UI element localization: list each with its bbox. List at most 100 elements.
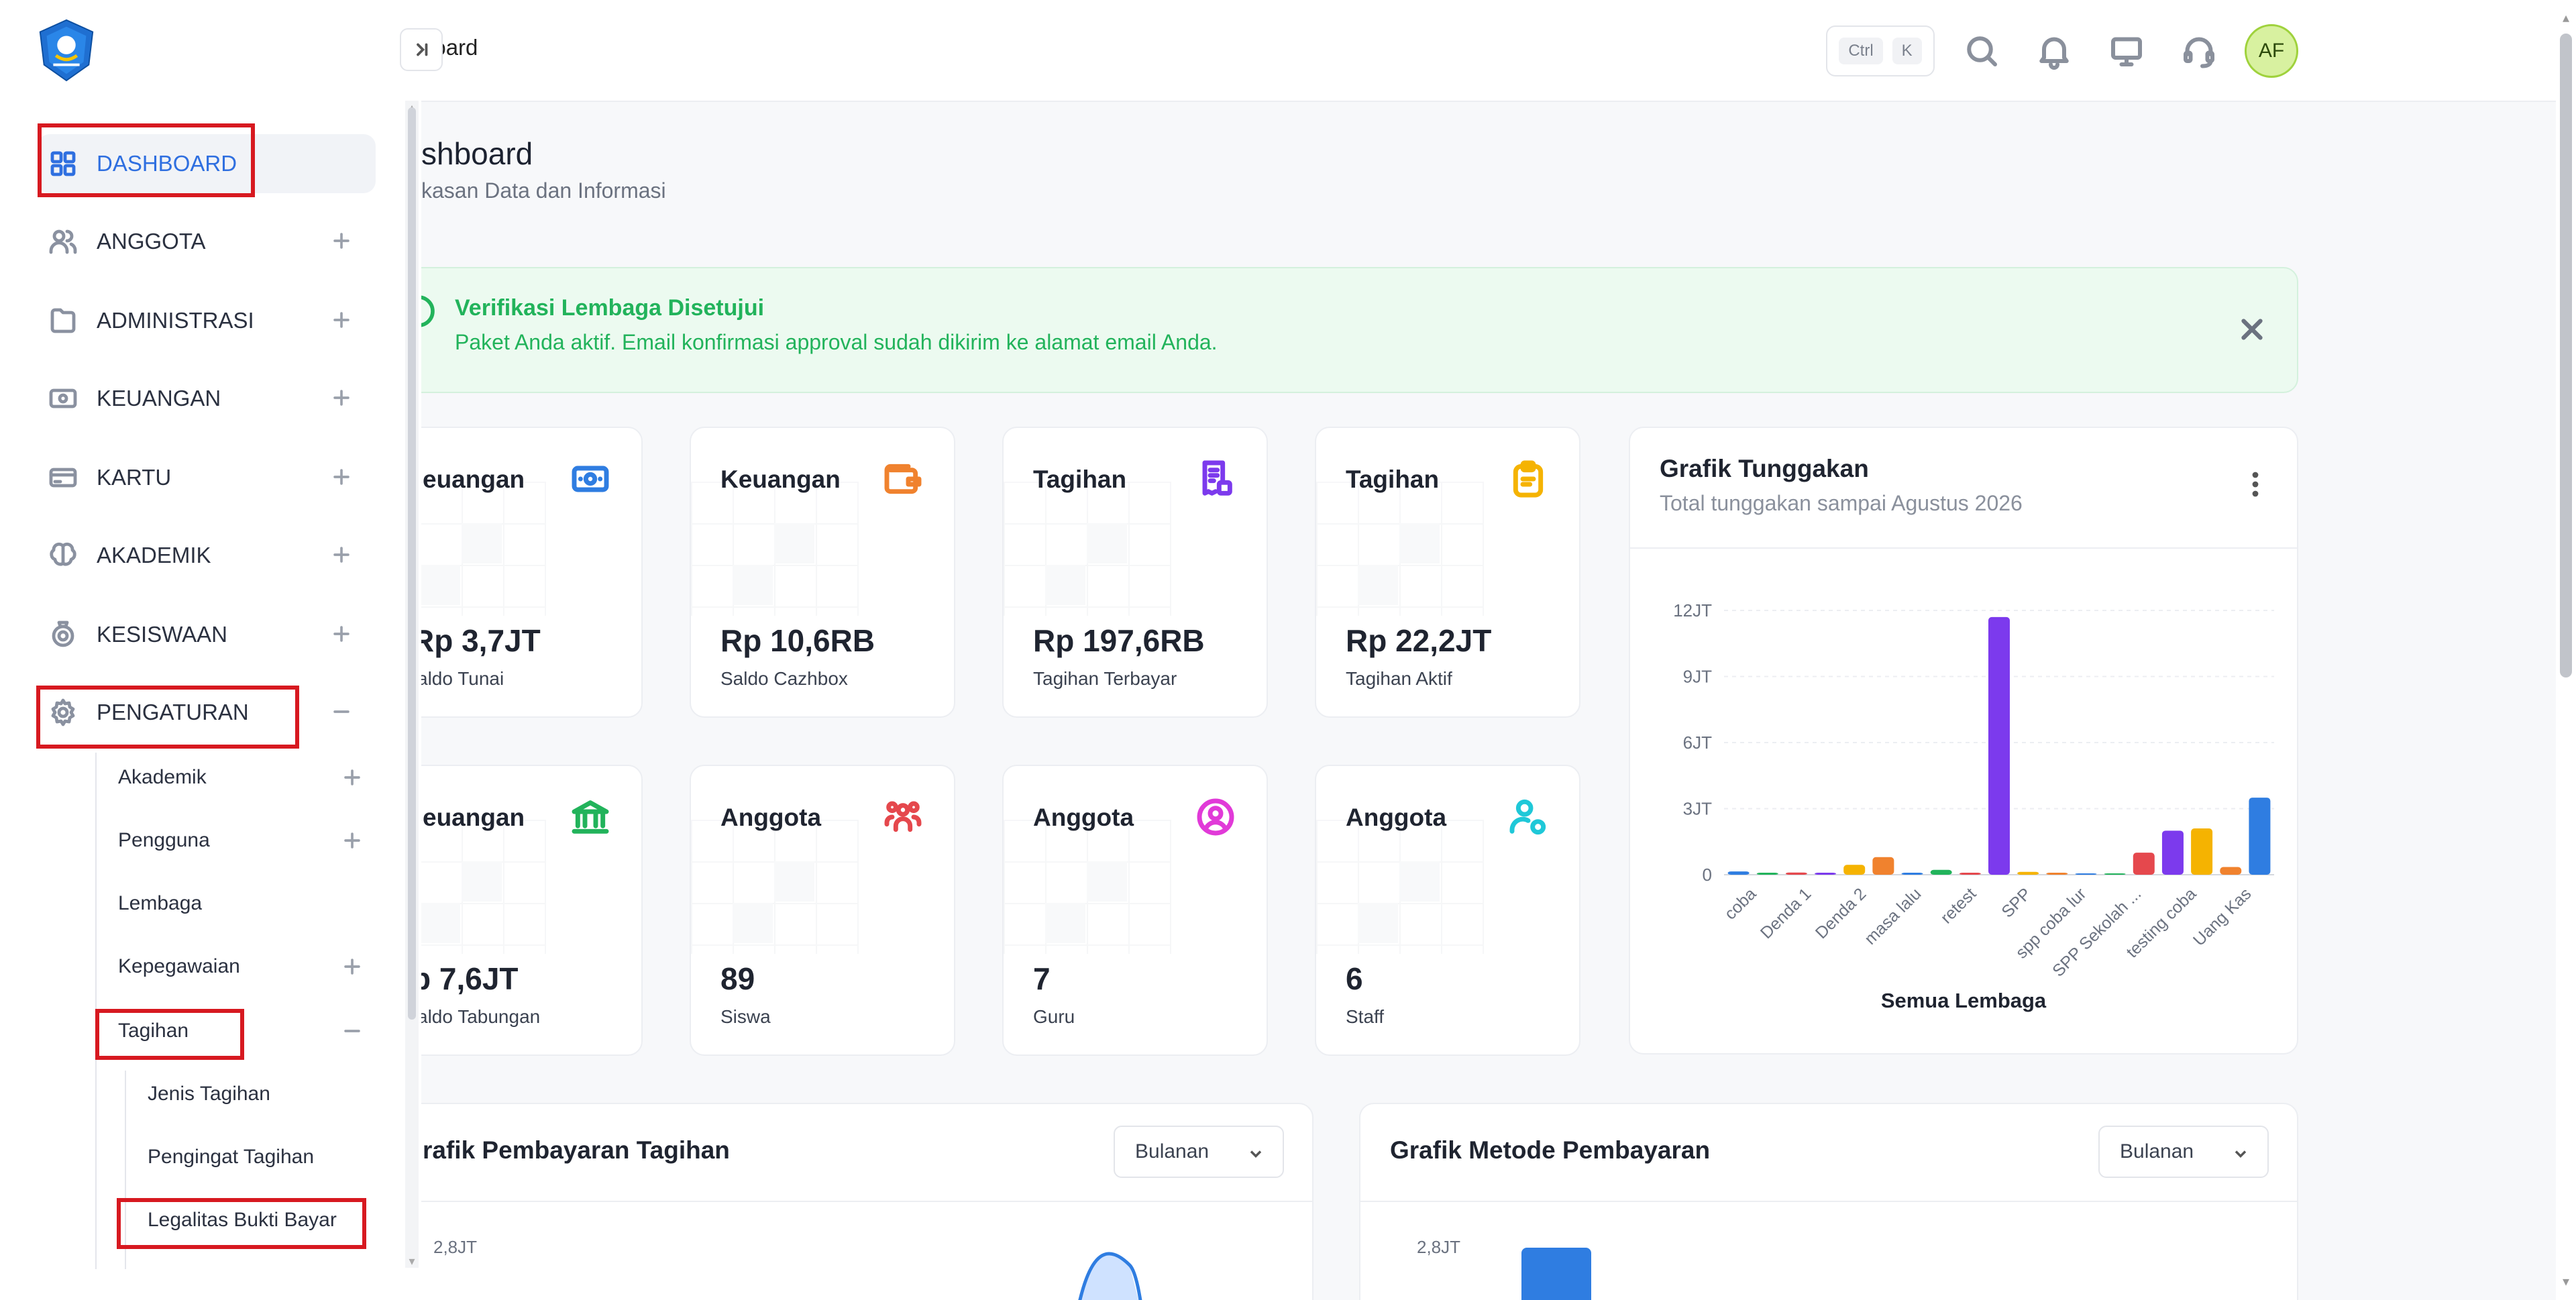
x-tick-label: Denda 1 (1757, 884, 1815, 942)
stat-card-tagihan-terbayar[interactable]: Tagihan Rp 197,6RB Tagihan Terbayar (1002, 427, 1268, 718)
scroll-up-icon[interactable]: ▴ (2557, 9, 2575, 26)
sidebar-item-administrasi[interactable]: ADMINISTRASI (38, 294, 373, 347)
period-select[interactable]: Bulanan (2098, 1126, 2269, 1178)
chart-bar[interactable] (2046, 873, 2068, 875)
sidebar-item-dashboard[interactable]: DASHBOARD (38, 137, 373, 191)
chart-bar[interactable] (2017, 871, 2039, 875)
chart-bar[interactable] (1756, 873, 1778, 875)
chart-divider (1630, 547, 2297, 549)
sidebar-subitem-lembaga[interactable]: Lembaga (118, 880, 373, 927)
card-value: Rp 3,7JT (412, 623, 541, 658)
user-circle-icon (1194, 796, 1237, 838)
plus-icon[interactable] (341, 829, 364, 852)
scroll-down-icon[interactable]: ▾ (405, 1254, 419, 1268)
chart-bar[interactable] (1930, 869, 1952, 875)
sidebar-item-anggota[interactable]: ANGGOTA (38, 215, 373, 268)
chart-bar[interactable] (2133, 853, 2155, 875)
card-title: Tagihan (1346, 466, 1440, 493)
chart-bar[interactable] (2104, 873, 2126, 875)
more-vertical-icon[interactable] (2249, 471, 2262, 498)
card-pattern (1316, 820, 1484, 954)
institution-logo[interactable] (34, 17, 99, 83)
period-select-value: Bulanan (2120, 1140, 2194, 1162)
sidebar-subitem-legalitas-bukti-bayar[interactable]: Legalitas Bukti Bayar (148, 1197, 402, 1244)
bell-icon[interactable] (2034, 31, 2074, 71)
chart-bar[interactable] (2249, 798, 2271, 875)
plus-icon[interactable] (330, 622, 353, 645)
chart-bar[interactable] (1785, 872, 1807, 875)
plus-icon[interactable] (330, 309, 353, 331)
sidebar-scrollbar[interactable] (408, 107, 416, 1020)
chart-bar[interactable] (2191, 828, 2213, 875)
sidebar-item-akademik[interactable]: AKADEMIK (38, 529, 373, 582)
sidebar-item-keuangan[interactable]: KEUANGAN (38, 372, 373, 425)
sidebar-subitem-tagihan[interactable]: Tagihan (118, 1008, 373, 1054)
headset-icon[interactable] (2179, 31, 2219, 71)
card-value: p 7,6JT (412, 961, 519, 996)
subitem-label: Tagihan (118, 1020, 189, 1042)
card-title: Keuangan (720, 466, 841, 493)
stat-card-staff[interactable]: Anggota 6 Staff (1315, 765, 1580, 1056)
chart-bar[interactable] (1872, 857, 1894, 875)
card-value: 6 (1346, 961, 1363, 996)
sidebar-subitem-pengguna[interactable]: Pengguna (118, 817, 373, 864)
scroll-down-icon[interactable]: ▾ (2557, 1273, 2575, 1290)
chart-bar[interactable] (2161, 830, 2184, 875)
chart-subtitle: Total tunggakan sampai Agustus 2026 (1660, 491, 2023, 515)
avatar[interactable]: AF (2245, 24, 2298, 78)
chevron-down-icon (2235, 1150, 2247, 1158)
x-tick-label: Denda 2 (1812, 884, 1870, 942)
plus-icon[interactable] (330, 466, 353, 488)
sidebar-item-label: KARTU (97, 465, 172, 490)
stat-card-siswa[interactable]: Anggota 89 Siswa (690, 765, 955, 1056)
subitem-label: Pengingat Tagihan (148, 1146, 314, 1168)
bar-chart: 0 3JT 6JT 9JT 12JT cobaDenda 1Denda 2masa lal… (1673, 600, 2274, 981)
plus-icon[interactable] (330, 543, 353, 566)
chart-bar[interactable] (2075, 873, 2097, 875)
collapse-sidebar-button[interactable] (400, 28, 443, 71)
subitem-label: Akademik (118, 766, 207, 788)
plus-icon[interactable] (341, 766, 364, 789)
sidebar-subitem-jenis-tagihan[interactable]: Jenis Tagihan (148, 1071, 402, 1118)
card-pattern (691, 820, 859, 954)
collapse-icon (417, 43, 428, 56)
chart-bar[interactable] (1988, 616, 2010, 875)
stat-card-saldo-cazhbox[interactable]: Keuangan Rp 10,6RB Saldo Cazhbox (690, 427, 955, 718)
chart-bar[interactable] (1815, 873, 1837, 875)
minus-icon[interactable] (330, 700, 353, 723)
chart-bar[interactable] (1843, 865, 1866, 875)
chart-bar[interactable] (1959, 873, 1981, 875)
sidebar-item-label: PENGATURAN (97, 700, 249, 724)
sidebar-subitem-pengingat-tagihan[interactable]: Pengingat Tagihan (148, 1134, 402, 1181)
chart-bar[interactable] (2220, 867, 2242, 875)
sidebar-item-label: ADMINISTRASI (97, 308, 254, 333)
sidebar-subitem-kepegawaian[interactable]: Kepegawaian (118, 943, 373, 990)
stat-card-guru[interactable]: Anggota 7 Guru (1002, 765, 1268, 1056)
plus-icon[interactable] (330, 386, 353, 409)
chart-bar[interactable] (1901, 873, 1923, 875)
sidebar-item-label: DASHBOARD (97, 151, 237, 176)
sidebar-item-kesiswaan[interactable]: KESISWAAN (38, 608, 373, 661)
kbd-ctrl: Ctrl (1839, 38, 1883, 64)
gear-icon (47, 696, 79, 728)
page-scrollbar[interactable] (2560, 34, 2572, 678)
y-tick-label: 3JT (1683, 799, 1712, 819)
search-icon[interactable] (1962, 31, 2002, 71)
plus-icon[interactable] (341, 955, 364, 978)
plus-icon[interactable] (330, 229, 353, 252)
y-tick-label: 9JT (1683, 667, 1712, 687)
command-palette-button[interactable]: Ctrl K (1826, 25, 1935, 76)
submenu-guide-line (125, 1071, 126, 1269)
card-title: euangan (423, 804, 525, 831)
sidebar-item-pengaturan[interactable]: PENGATURAN (38, 686, 373, 739)
wallet-icon (881, 457, 924, 500)
chart-bar[interactable] (1727, 871, 1750, 875)
monitor-icon[interactable] (2106, 31, 2147, 71)
invoice-check-icon (1194, 457, 1237, 500)
sidebar-subitem-akademik[interactable]: Akademik (118, 754, 373, 801)
bottom-card-title: Grafik Metode Pembayaran (1390, 1136, 1711, 1164)
sidebar-item-kartu[interactable]: KARTU (38, 451, 373, 504)
stat-card-tagihan-aktif[interactable]: Tagihan Rp 22,2JT Tagihan Aktif (1315, 427, 1580, 718)
close-icon[interactable] (2235, 313, 2269, 346)
minus-icon[interactable] (341, 1020, 364, 1042)
